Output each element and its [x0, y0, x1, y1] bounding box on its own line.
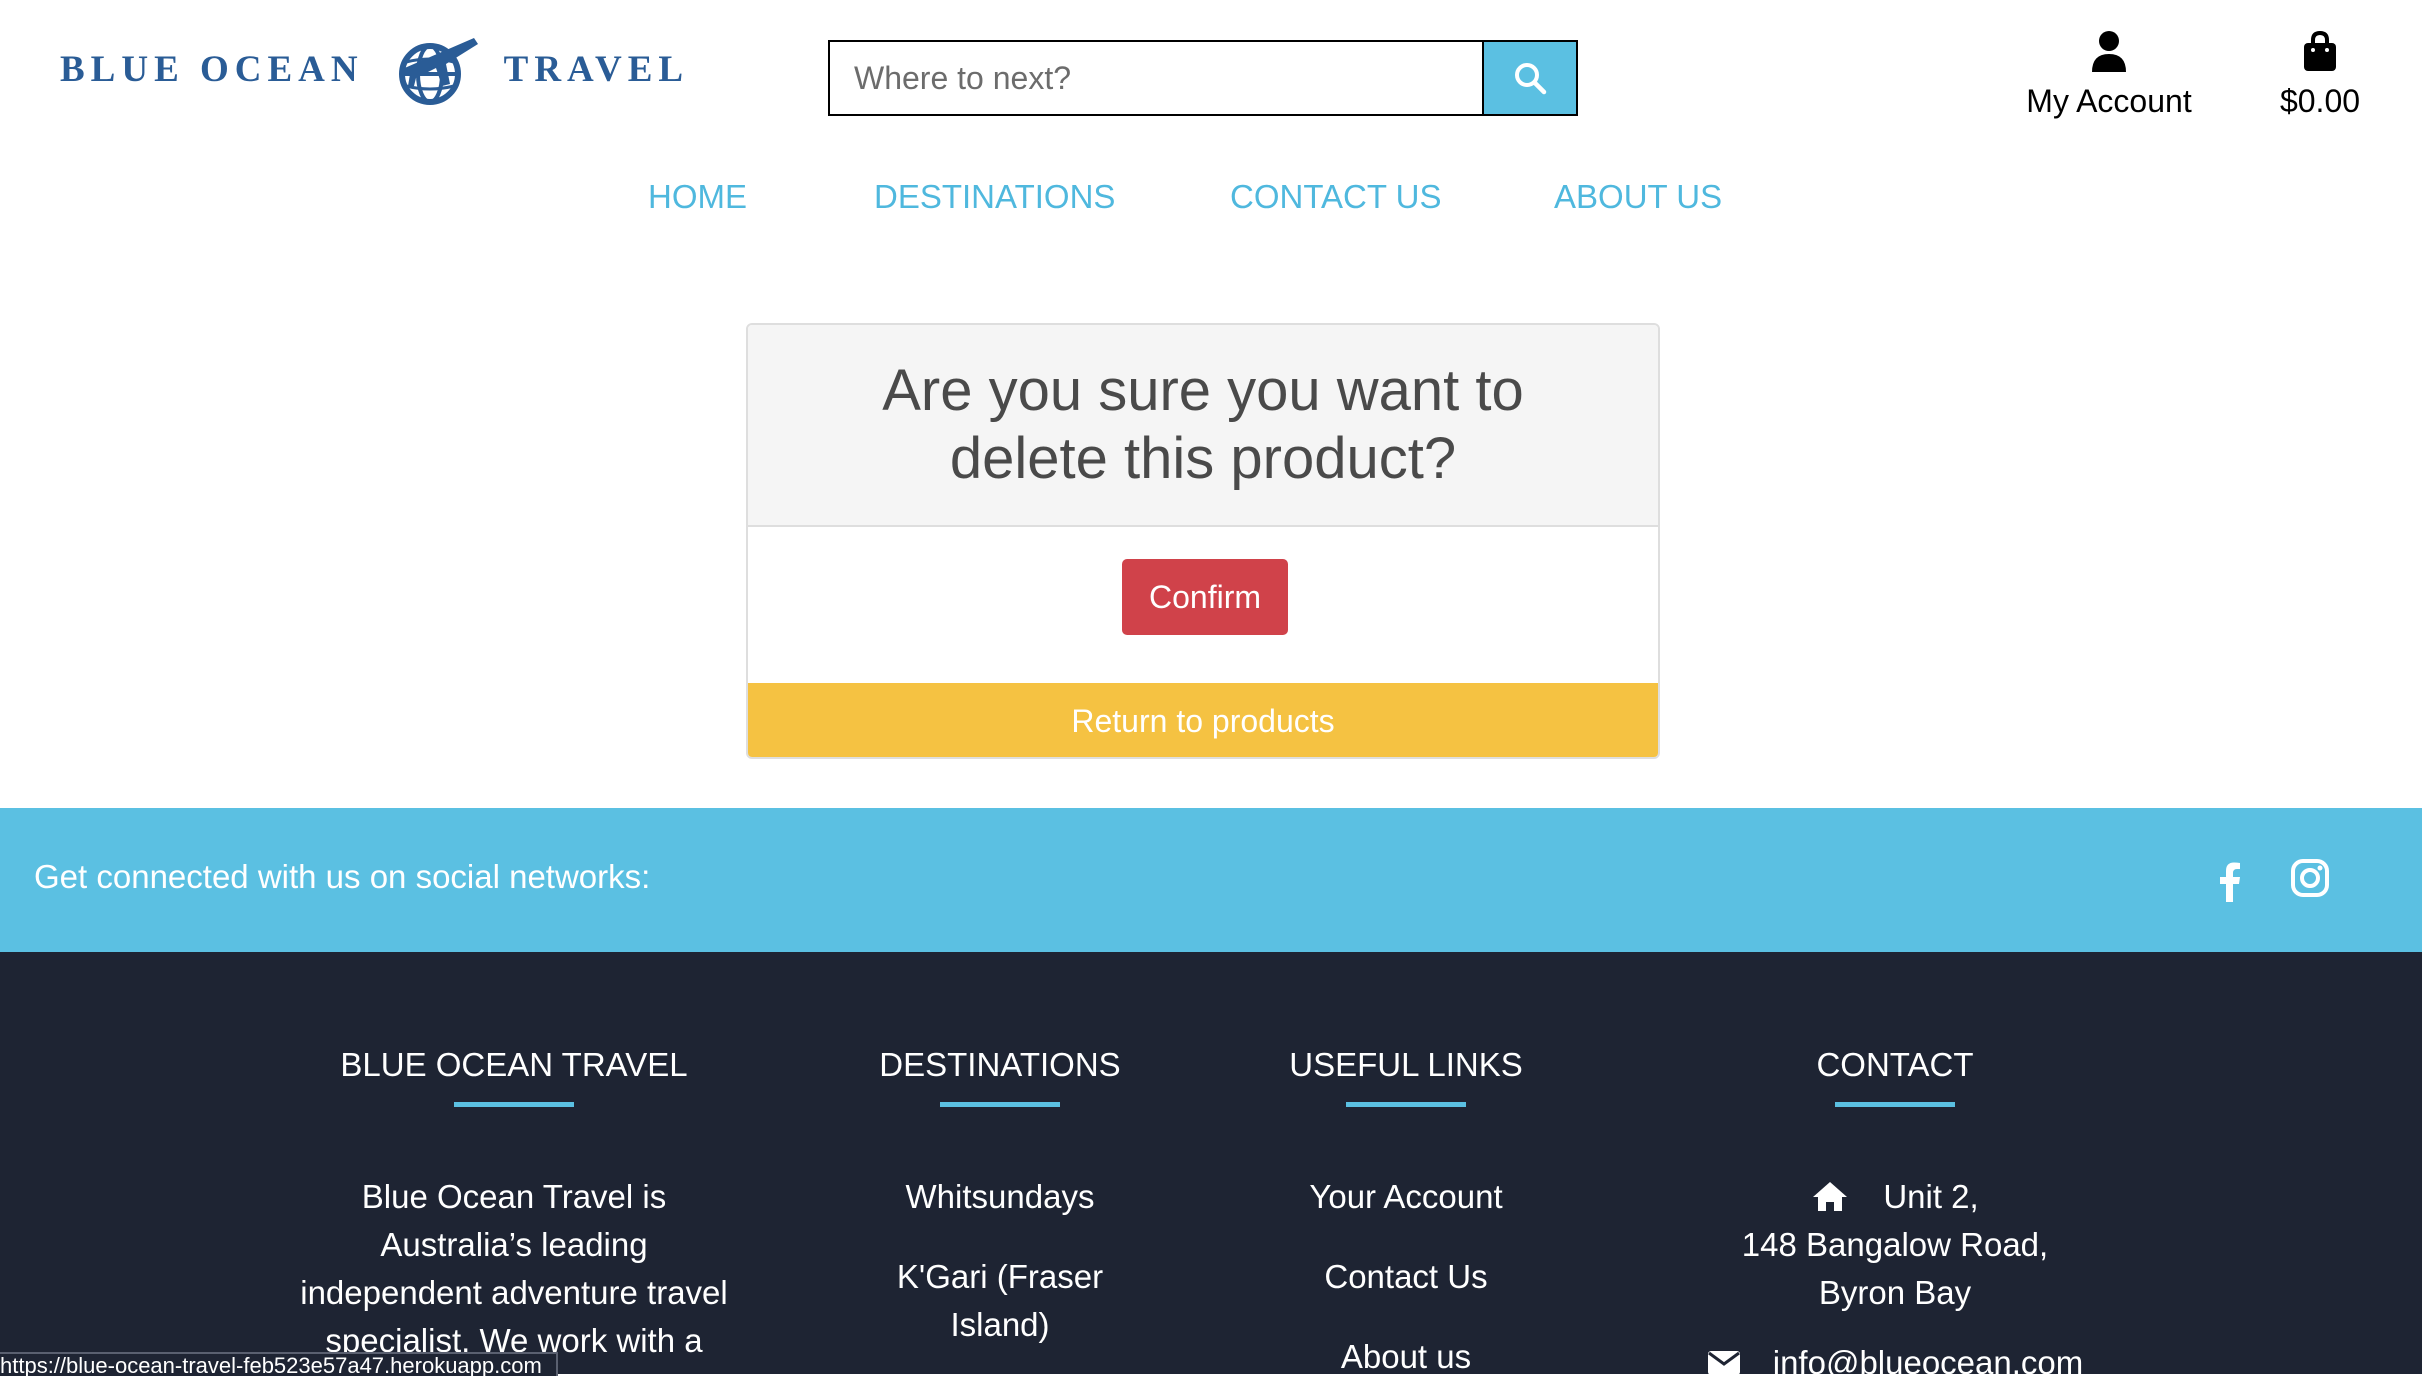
card-header: Are you sure you want to delete this pro…: [748, 325, 1658, 527]
user-icon: [2092, 31, 2126, 72]
email-line: info@blueocean.com: [1700, 1339, 2090, 1387]
heading-underline: [1835, 1102, 1955, 1107]
footer-about-heading: BLUE OCEAN TRAVEL: [340, 1046, 688, 1083]
footer-destination-whitsundays[interactable]: Whitsundays: [860, 1173, 1140, 1221]
heading-underline: [940, 1102, 1060, 1107]
shopping-bag-link[interactable]: $0.00: [2270, 30, 2370, 120]
search-button[interactable]: [1482, 40, 1578, 116]
footer-useful-links-heading: USEFUL LINKS: [1289, 1046, 1523, 1083]
footer-contact-heading: CONTACT: [1816, 1046, 1974, 1083]
about-line: Australia’s leading: [380, 1226, 648, 1263]
shopping-bag-icon: [2304, 30, 2336, 71]
nav-destinations[interactable]: DESTINATIONS: [874, 178, 1115, 216]
search-bar: [828, 40, 1578, 116]
footer-link-your-account[interactable]: Your Account: [1266, 1173, 1546, 1221]
globe-plane-icon: [398, 38, 478, 105]
main-nav: HOME DESTINATIONS CONTACT US ABOUT US: [0, 178, 2422, 224]
footer-link-contact-us[interactable]: Contact Us: [1266, 1253, 1546, 1301]
address-line-1: Unit 2,: [1700, 1173, 2090, 1221]
address-line: Unit 2,: [1883, 1178, 1979, 1215]
footer-destinations-column: DESTINATIONS Whitsundays K'Gari (Fraser …: [860, 1046, 1140, 1349]
site-logo[interactable]: BLUE OCEAN TRAVEL: [60, 30, 689, 108]
facebook-icon[interactable]: [2208, 858, 2252, 902]
address-line: 148 Bangalow Road,: [1741, 1226, 2049, 1263]
nav-home[interactable]: HOME: [648, 178, 747, 216]
my-account-label: My Account: [2026, 83, 2192, 119]
contact-email[interactable]: info@blueocean.com: [1773, 1344, 2084, 1381]
site-footer: BLUE OCEAN TRAVEL Blue Ocean Travel is A…: [0, 952, 2422, 1381]
footer-contact-column: CONTACT Unit 2, 148 Bangalow Road, Byron…: [1700, 1046, 2090, 1387]
delete-confirm-card: Are you sure you want to delete this pro…: [746, 323, 1660, 759]
instagram-icon[interactable]: [2290, 858, 2330, 898]
destination-line: K'Gari (Fraser: [896, 1258, 1104, 1295]
about-line: independent adventure travel: [300, 1274, 728, 1311]
status-bar-url: https://blue-ocean-travel-feb523e57a47.h…: [0, 1352, 558, 1378]
nav-about-us[interactable]: ABOUT US: [1554, 178, 1722, 216]
nav-contact-us[interactable]: CONTACT US: [1230, 178, 1441, 216]
heading-underline: [454, 1102, 574, 1107]
return-to-products-button[interactable]: Return to products: [748, 683, 1658, 757]
address-line: Byron Bay: [1818, 1274, 1972, 1311]
footer-useful-links-column: USEFUL LINKS Your Account Contact Us Abo…: [1266, 1046, 1546, 1381]
destination-line: Island): [950, 1306, 1050, 1343]
footer-about-text: Blue Ocean Travel is Australia’s leading…: [294, 1173, 734, 1365]
envelope-icon: [1707, 1351, 1740, 1375]
search-icon: [1515, 63, 1547, 95]
social-text: Get connected with us on social networks…: [34, 858, 651, 895]
footer-address: Unit 2, 148 Bangalow Road, Byron Bay inf…: [1700, 1173, 2090, 1387]
footer-about-column: BLUE OCEAN TRAVEL Blue Ocean Travel is A…: [294, 1046, 734, 1365]
card-title: Are you sure you want to delete this pro…: [882, 358, 1524, 491]
search-input[interactable]: [828, 40, 1482, 116]
social-band: Get connected with us on social networks…: [0, 808, 2422, 952]
my-account-link[interactable]: My Account: [2006, 30, 2212, 120]
heading-underline: [1346, 1102, 1466, 1107]
home-icon: [1813, 1182, 1848, 1211]
confirm-button[interactable]: Confirm: [1122, 559, 1288, 635]
bag-total: $0.00: [2279, 83, 2361, 119]
footer-destination-kgari[interactable]: K'Gari (Fraser Island): [860, 1253, 1140, 1349]
logo-text-right: TRAVEL: [503, 48, 690, 90]
footer-destinations-heading: DESTINATIONS: [879, 1046, 1121, 1083]
logo-text-left: BLUE OCEAN: [60, 48, 364, 90]
about-line: Blue Ocean Travel is: [361, 1178, 667, 1215]
